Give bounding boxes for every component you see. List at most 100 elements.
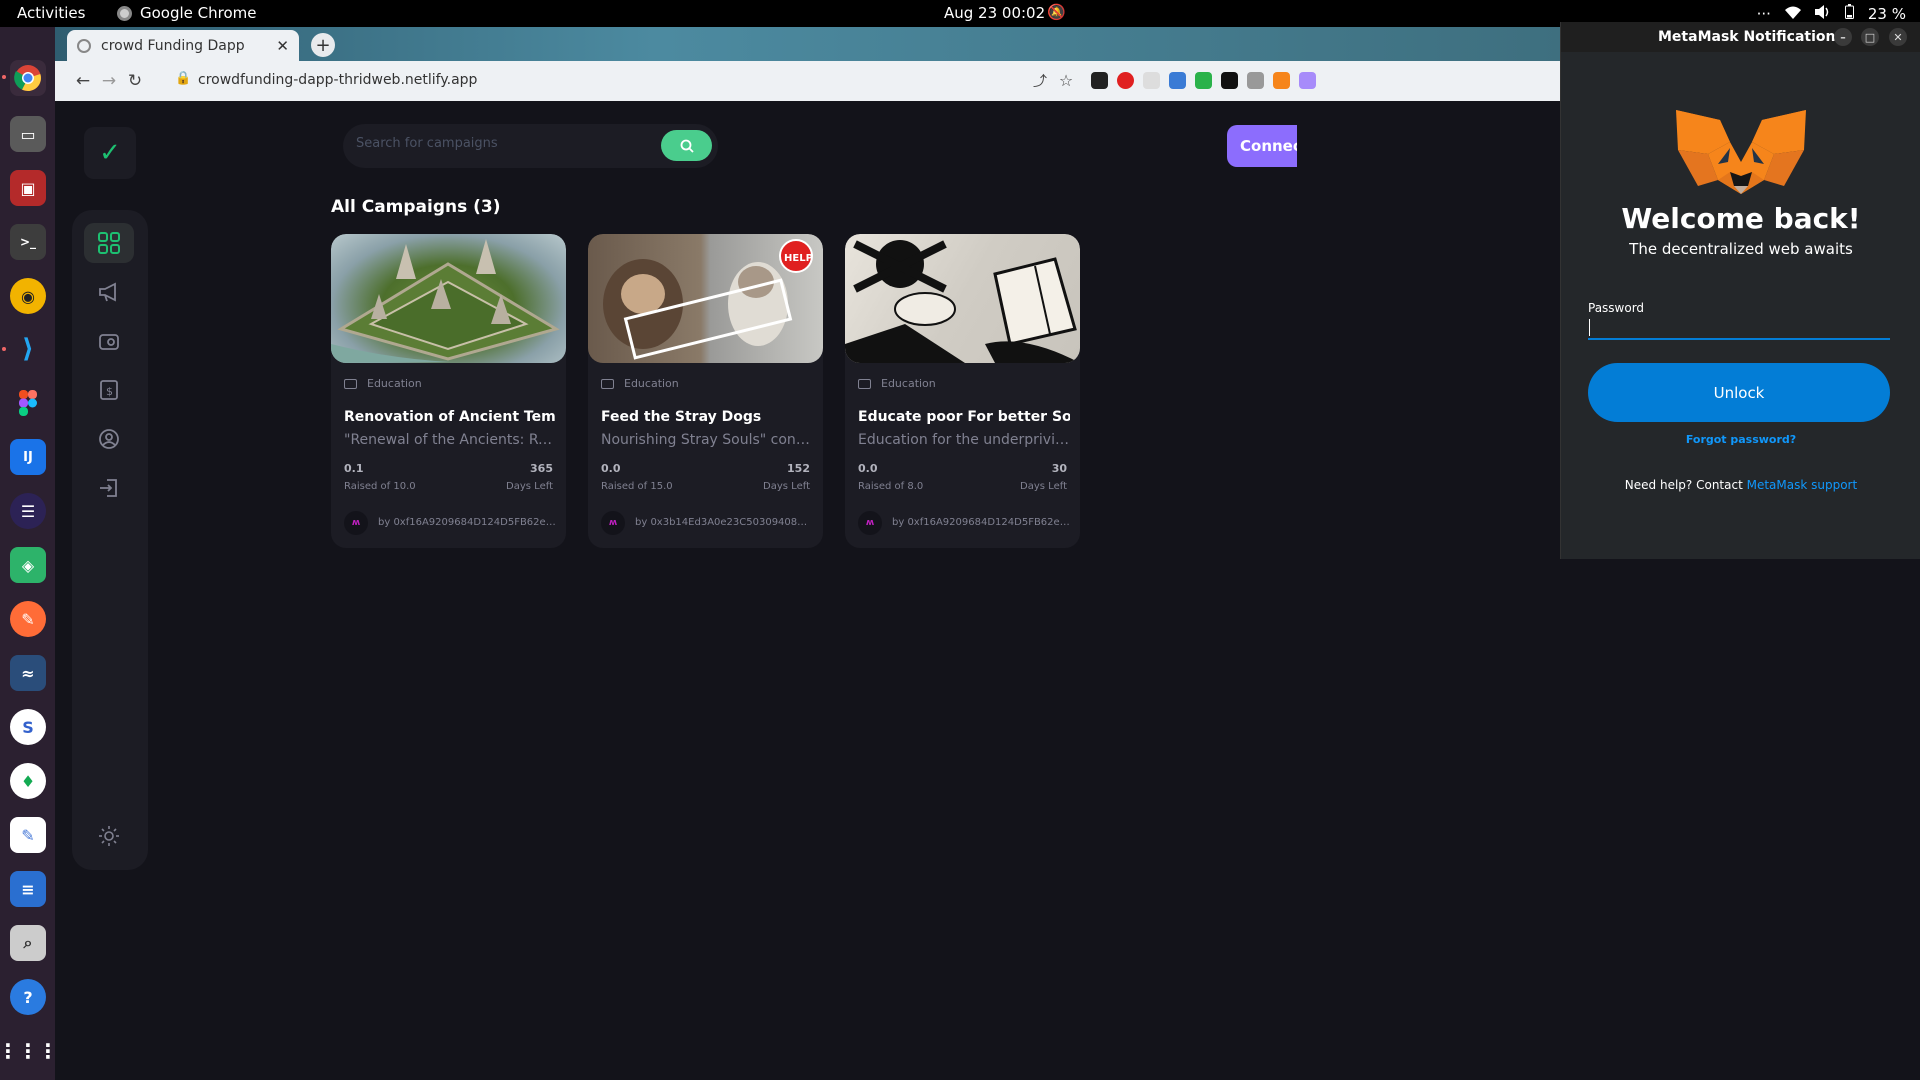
- figma-icon: [19, 390, 37, 416]
- section-title: All Campaigns (3): [331, 197, 501, 217]
- address-bar: ← → ↻ 🔒 crowdfunding-dapp-thridweb.netli…: [55, 61, 1560, 101]
- dock-intellij[interactable]: IJ: [10, 439, 46, 475]
- dock-help[interactable]: ?: [10, 979, 46, 1015]
- connect-button[interactable]: Connect: [1227, 125, 1297, 167]
- help-text: Need help? Contact MetaMask support: [1561, 478, 1920, 492]
- dock-postman[interactable]: ✎: [10, 601, 46, 637]
- nav-dashboard[interactable]: [84, 223, 134, 263]
- dock-figma[interactable]: [10, 385, 46, 421]
- nav-logout[interactable]: [84, 468, 134, 508]
- amount-raised: 0.0: [601, 462, 621, 475]
- camera-icon[interactable]: [1247, 72, 1264, 89]
- forgot-password-link[interactable]: Forgot password?: [1561, 433, 1920, 446]
- tab-crowd-funding[interactable]: crowd Funding Dapp ✕: [67, 30, 299, 61]
- campaign-card[interactable]: HELP Education Feed the Stray Dogs Nouri…: [588, 234, 823, 548]
- close-icon[interactable]: ✕: [276, 37, 289, 55]
- forward-button[interactable]: →: [99, 71, 119, 91]
- minimize-button[interactable]: –: [1834, 28, 1852, 46]
- document-icon: ≡: [21, 879, 35, 899]
- show-applications-button[interactable]: ⋮⋮⋮: [0, 1033, 58, 1069]
- lock-icon[interactable]: 🔒: [175, 71, 191, 86]
- dock-eclipse[interactable]: ☰: [10, 493, 46, 529]
- metamask-support-link[interactable]: MetaMask support: [1747, 478, 1858, 492]
- target-amount: Raised of 8.0: [858, 481, 924, 492]
- shield-check-icon[interactable]: [1195, 72, 1212, 89]
- dock-files[interactable]: ▭: [10, 116, 46, 152]
- logo-icon: ✓: [99, 138, 121, 168]
- clock[interactable]: Aug 23 00:02: [944, 4, 1045, 22]
- tab-title: crowd Funding Dapp: [101, 37, 245, 54]
- extension-icon[interactable]: [1143, 72, 1160, 89]
- nav-profile[interactable]: [84, 419, 134, 459]
- rhythmbox-icon: ◉: [21, 286, 35, 306]
- campaign-description: "Renewal of the Ancients: Restor...: [344, 432, 556, 448]
- volume-icon: [1814, 4, 1831, 23]
- maximize-button[interactable]: □: [1861, 28, 1879, 46]
- theme-toggle[interactable]: [84, 816, 134, 856]
- nav-create-campaign[interactable]: [84, 272, 134, 312]
- new-tab-button[interactable]: +: [311, 33, 335, 57]
- activities-button[interactable]: Activities: [17, 4, 85, 22]
- back-button[interactable]: ←: [73, 71, 93, 91]
- shield-icon[interactable]: [1169, 72, 1186, 89]
- owner-address: by 0x3b14Ed3A0e23C50309408Bc9f...: [635, 517, 813, 528]
- files-icon: ▭: [20, 124, 36, 144]
- close-button[interactable]: ✕: [1889, 28, 1907, 46]
- unlock-button[interactable]: Unlock: [1588, 363, 1890, 422]
- nav-withdraw[interactable]: $: [84, 370, 134, 410]
- plus-icon: +: [315, 34, 331, 56]
- logout-icon: [100, 479, 117, 497]
- extension-icon[interactable]: [1299, 72, 1316, 89]
- dock-mongodb[interactable]: ♦: [10, 763, 46, 799]
- extension-icon[interactable]: [1091, 72, 1108, 89]
- globe-icon: [77, 38, 91, 53]
- campaign-title: Renovation of Ancient Temples: [344, 409, 556, 425]
- dock-writer[interactable]: ≡: [10, 871, 46, 907]
- campaign-title: Educate poor For better Society: [858, 409, 1070, 425]
- dock-chrome[interactable]: [10, 60, 46, 96]
- amount-raised: 0.1: [344, 462, 364, 475]
- dock-text-editor[interactable]: ✎: [10, 817, 46, 853]
- dock-rhythmbox[interactable]: ◉: [10, 278, 46, 314]
- share-icon[interactable]: ⤴: [1030, 71, 1050, 91]
- bookmark-star-icon[interactable]: ☆: [1056, 71, 1076, 90]
- extension-icon[interactable]: [1117, 72, 1134, 89]
- metamask-fox-icon[interactable]: [1273, 72, 1290, 89]
- browser-window: crowd Funding Dapp ✕ + ← → ↻ 🔒 crowdfund…: [55, 27, 1560, 1080]
- dock-terminal[interactable]: >_: [10, 224, 46, 260]
- tab-strip: crowd Funding Dapp ✕ +: [55, 27, 1560, 61]
- nav-payment[interactable]: [84, 321, 134, 361]
- system-tray[interactable]: ··· 23 %: [1757, 4, 1906, 23]
- url-field[interactable]: crowdfunding-dapp-thridweb.netlify.app: [198, 72, 477, 88]
- dock-image-viewer[interactable]: ⌕: [10, 925, 46, 961]
- app-menu[interactable]: Google Chrome: [117, 4, 257, 22]
- owner-avatar: ʍ: [601, 511, 625, 535]
- campaign-category: Education: [601, 377, 679, 390]
- campaign-card[interactable]: Education Educate poor For better Societ…: [845, 234, 1080, 548]
- dolphin-icon: ≈: [21, 663, 35, 683]
- app-logo[interactable]: ✓: [84, 127, 136, 179]
- password-field[interactable]: [1588, 316, 1890, 340]
- reload-button[interactable]: ↻: [125, 71, 145, 91]
- notion-icon[interactable]: [1221, 72, 1238, 89]
- target-amount: Raised of 15.0: [601, 481, 673, 492]
- dock-mysql-workbench[interactable]: ≈: [10, 655, 46, 691]
- sun-icon: [99, 826, 119, 846]
- metamask-fox-icon: [1676, 110, 1806, 194]
- campaign-category: Education: [858, 377, 936, 390]
- dock-vscode[interactable]: ⟩: [10, 331, 46, 367]
- dock-network-tool[interactable]: ◈: [10, 547, 46, 583]
- withdraw-icon: $: [100, 380, 118, 400]
- campaign-image-education: [845, 234, 1080, 363]
- search-button[interactable]: [661, 130, 712, 161]
- dock: ▭ ▣ >_ ◉ ⟩ IJ ☰ ◈ ✎ ≈ S ♦ ✎ ≡ ⌕ ? ⋮⋮⋮: [0, 27, 58, 1080]
- simplenote-icon: S: [22, 717, 34, 737]
- search-input[interactable]: [356, 136, 646, 151]
- dock-simplenote[interactable]: S: [10, 709, 46, 745]
- dock-screenshot[interactable]: ▣: [10, 170, 46, 206]
- campaign-card[interactable]: Education Renovation of Ancient Temples …: [331, 234, 566, 548]
- metamask-titlebar: MetaMask Notification – □ ✕: [1561, 22, 1920, 52]
- days-left-value: 152: [787, 462, 810, 475]
- owner-avatar: ʍ: [858, 511, 882, 535]
- wallet-icon: [99, 334, 119, 350]
